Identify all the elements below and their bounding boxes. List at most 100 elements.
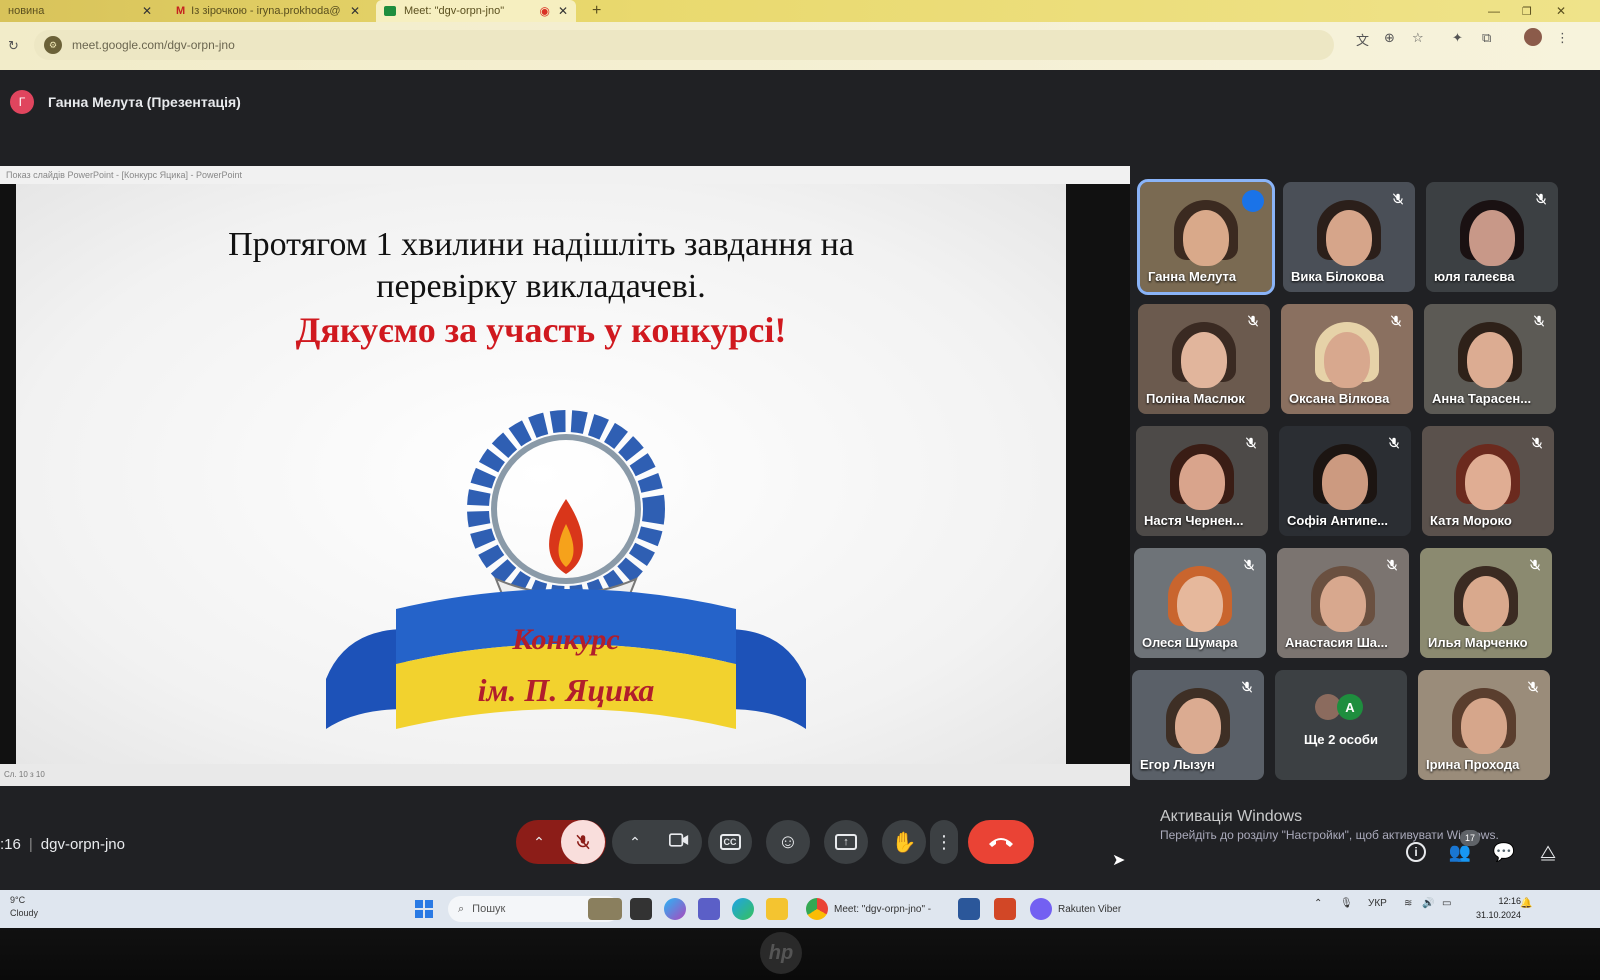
- participant-name: Илья Марченко: [1428, 635, 1528, 650]
- extensions-puzzle-icon[interactable]: ⧉: [1482, 30, 1491, 46]
- participant-tile[interactable]: Поліна Маслюк: [1138, 304, 1270, 414]
- ribbon-left-end: [326, 629, 406, 729]
- more-menu-icon[interactable]: ⋮: [1556, 30, 1569, 46]
- close-icon[interactable]: ✕: [142, 4, 152, 18]
- participant-tile[interactable]: Анастасия Ша...: [1277, 548, 1409, 658]
- tab-meet[interactable]: Meet: "dgv-orpn-jno" ◉ ✕: [376, 0, 576, 22]
- screen: новина ✕ M Із зірочкою - iryna.prokhoda@…: [0, 0, 1600, 980]
- participant-tile[interactable]: Софія Антипе...: [1279, 426, 1411, 536]
- tab-news[interactable]: новина ✕: [0, 0, 160, 22]
- captions-icon: CC: [719, 834, 741, 850]
- extension-icon[interactable]: ✦: [1452, 30, 1463, 46]
- word-icon[interactable]: [958, 898, 980, 920]
- more-participants-label: Ще 2 особи: [1304, 732, 1378, 747]
- site-info-icon[interactable]: ⚙: [44, 36, 62, 54]
- close-icon[interactable]: ✕: [350, 4, 360, 18]
- profile-avatar[interactable]: [1524, 28, 1542, 46]
- zoom-icon[interactable]: ⊕: [1384, 30, 1395, 46]
- captions-button[interactable]: CC: [708, 820, 752, 864]
- task-view-icon[interactable]: [630, 898, 652, 920]
- recording-icon: ◉: [539, 4, 550, 18]
- more-options-button[interactable]: ⋮: [930, 820, 958, 864]
- minimize-icon[interactable]: —: [1480, 0, 1508, 22]
- participant-tile[interactable]: Вика Білокова: [1283, 182, 1415, 292]
- notifications-icon[interactable]: 🔔: [1520, 898, 1532, 909]
- viber-icon[interactable]: [1030, 898, 1052, 920]
- participant-tile[interactable]: Анна Тарасен...: [1424, 304, 1556, 414]
- tab-gmail[interactable]: M Із зірочкою - iryna.prokhoda@ ✕: [168, 0, 368, 22]
- copilot-icon[interactable]: [664, 898, 686, 920]
- taskbar-viber-label[interactable]: Rakuten Viber: [1058, 904, 1121, 915]
- camera-control-group: ⌃: [612, 820, 702, 864]
- translate-icon[interactable]: 文: [1356, 30, 1369, 49]
- participant-tile[interactable]: Олеся Шумара: [1134, 548, 1266, 658]
- emoji-icon: ☺: [777, 830, 799, 853]
- participant-name: Анна Тарасен...: [1432, 391, 1532, 406]
- leave-call-button[interactable]: [968, 820, 1034, 864]
- camera-icon: [669, 832, 689, 847]
- file-explorer-icon[interactable]: [766, 898, 788, 920]
- new-tab-button[interactable]: +: [584, 0, 610, 22]
- weather-widget[interactable]: 9°C Cloudy: [10, 894, 38, 920]
- teams-icon[interactable]: [698, 898, 720, 920]
- participant-tile[interactable]: Егор Лызун: [1132, 670, 1264, 780]
- chat-button[interactable]: 💬: [1490, 838, 1518, 866]
- search-placeholder: Пошук: [472, 903, 506, 915]
- participant-name: Анастасия Ша...: [1285, 635, 1388, 650]
- close-icon[interactable]: ✕: [558, 4, 568, 18]
- mic-muted-icon: [1526, 556, 1544, 574]
- participant-tile[interactable]: Оксана Вілкова: [1281, 304, 1413, 414]
- language-indicator[interactable]: УКР: [1368, 898, 1387, 909]
- window-close-icon[interactable]: ✕: [1548, 0, 1574, 22]
- participant-video-face: [1320, 576, 1366, 632]
- participant-tile[interactable]: Катя Мороко: [1422, 426, 1554, 536]
- more-participants-tile[interactable]: A Ще 2 особи: [1275, 670, 1407, 780]
- info-icon: i: [1406, 842, 1426, 862]
- camera-button[interactable]: [657, 832, 701, 853]
- wifi-icon[interactable]: ≋: [1404, 898, 1412, 909]
- more-vert-icon: ⋮: [935, 831, 953, 852]
- reactions-button[interactable]: ☺: [766, 820, 810, 864]
- url-field[interactable]: ⚙ meet.google.com/dgv-orpn-jno: [34, 30, 1334, 60]
- battery-icon[interactable]: ▭: [1442, 898, 1451, 909]
- powerpoint-icon[interactable]: [994, 898, 1016, 920]
- logo-text-contest: Конкурс: [511, 623, 619, 656]
- mic-muted-icon: [1387, 312, 1405, 330]
- meeting-details-button[interactable]: i: [1402, 838, 1430, 866]
- people-button[interactable]: 👥: [1446, 838, 1474, 866]
- participant-video-face: [1175, 698, 1221, 754]
- mic-options-chevron-icon[interactable]: ⌃: [517, 834, 561, 851]
- participant-name: Егор Лызун: [1140, 757, 1215, 772]
- reload-icon[interactable]: ↻: [8, 38, 19, 54]
- tray-mic-icon[interactable]: 🎙: [1340, 898, 1353, 909]
- more-avatars: A: [1315, 694, 1363, 720]
- monitor-bezel: hp: [0, 928, 1600, 980]
- participant-name: Ірина Прохода: [1426, 757, 1520, 772]
- participant-tile[interactable]: Ірина Прохода: [1418, 670, 1550, 780]
- participant-tile[interactable]: юля галеєва: [1426, 182, 1558, 292]
- edge-icon[interactable]: [732, 898, 754, 920]
- bookmark-star-icon[interactable]: ☆: [1412, 30, 1424, 46]
- participant-name: Поліна Маслюк: [1146, 391, 1245, 406]
- participant-tile[interactable]: Илья Марченко: [1420, 548, 1552, 658]
- tray-overflow-icon[interactable]: ⌃: [1314, 898, 1322, 909]
- participant-tile[interactable]: Настя Чернен...: [1136, 426, 1268, 536]
- taskbar-clock[interactable]: 12:16 31.10.2024: [1476, 894, 1521, 922]
- windows-start-icon[interactable]: [415, 900, 433, 918]
- chrome-icon[interactable]: [806, 898, 828, 920]
- shared-presentation: Показ слайдів PowerPoint - [Конкурс Яцик…: [0, 166, 1130, 786]
- activities-button[interactable]: ⧋: [1534, 838, 1562, 866]
- taskbar-meet-label[interactable]: Meet: "dgv-orpn-jno" -: [834, 904, 931, 915]
- present-screen-icon: ↑: [835, 834, 857, 850]
- present-button[interactable]: ↑: [824, 820, 868, 864]
- taskbar-widget-image[interactable]: [588, 898, 622, 920]
- participant-name: Олеся Шумара: [1142, 635, 1238, 650]
- volume-icon[interactable]: 🔊: [1422, 898, 1434, 909]
- raise-hand-button[interactable]: ✋: [882, 820, 926, 864]
- participant-tile[interactable]: Ганна Мелута: [1137, 179, 1275, 295]
- mic-muted-button[interactable]: [561, 820, 605, 864]
- maximize-icon[interactable]: ❐: [1514, 0, 1540, 22]
- camera-options-chevron-icon[interactable]: ⌃: [613, 834, 657, 851]
- presenter-bar: Г Ганна Мелута (Презентація): [0, 80, 1600, 124]
- mic-muted-icon: [1238, 678, 1256, 696]
